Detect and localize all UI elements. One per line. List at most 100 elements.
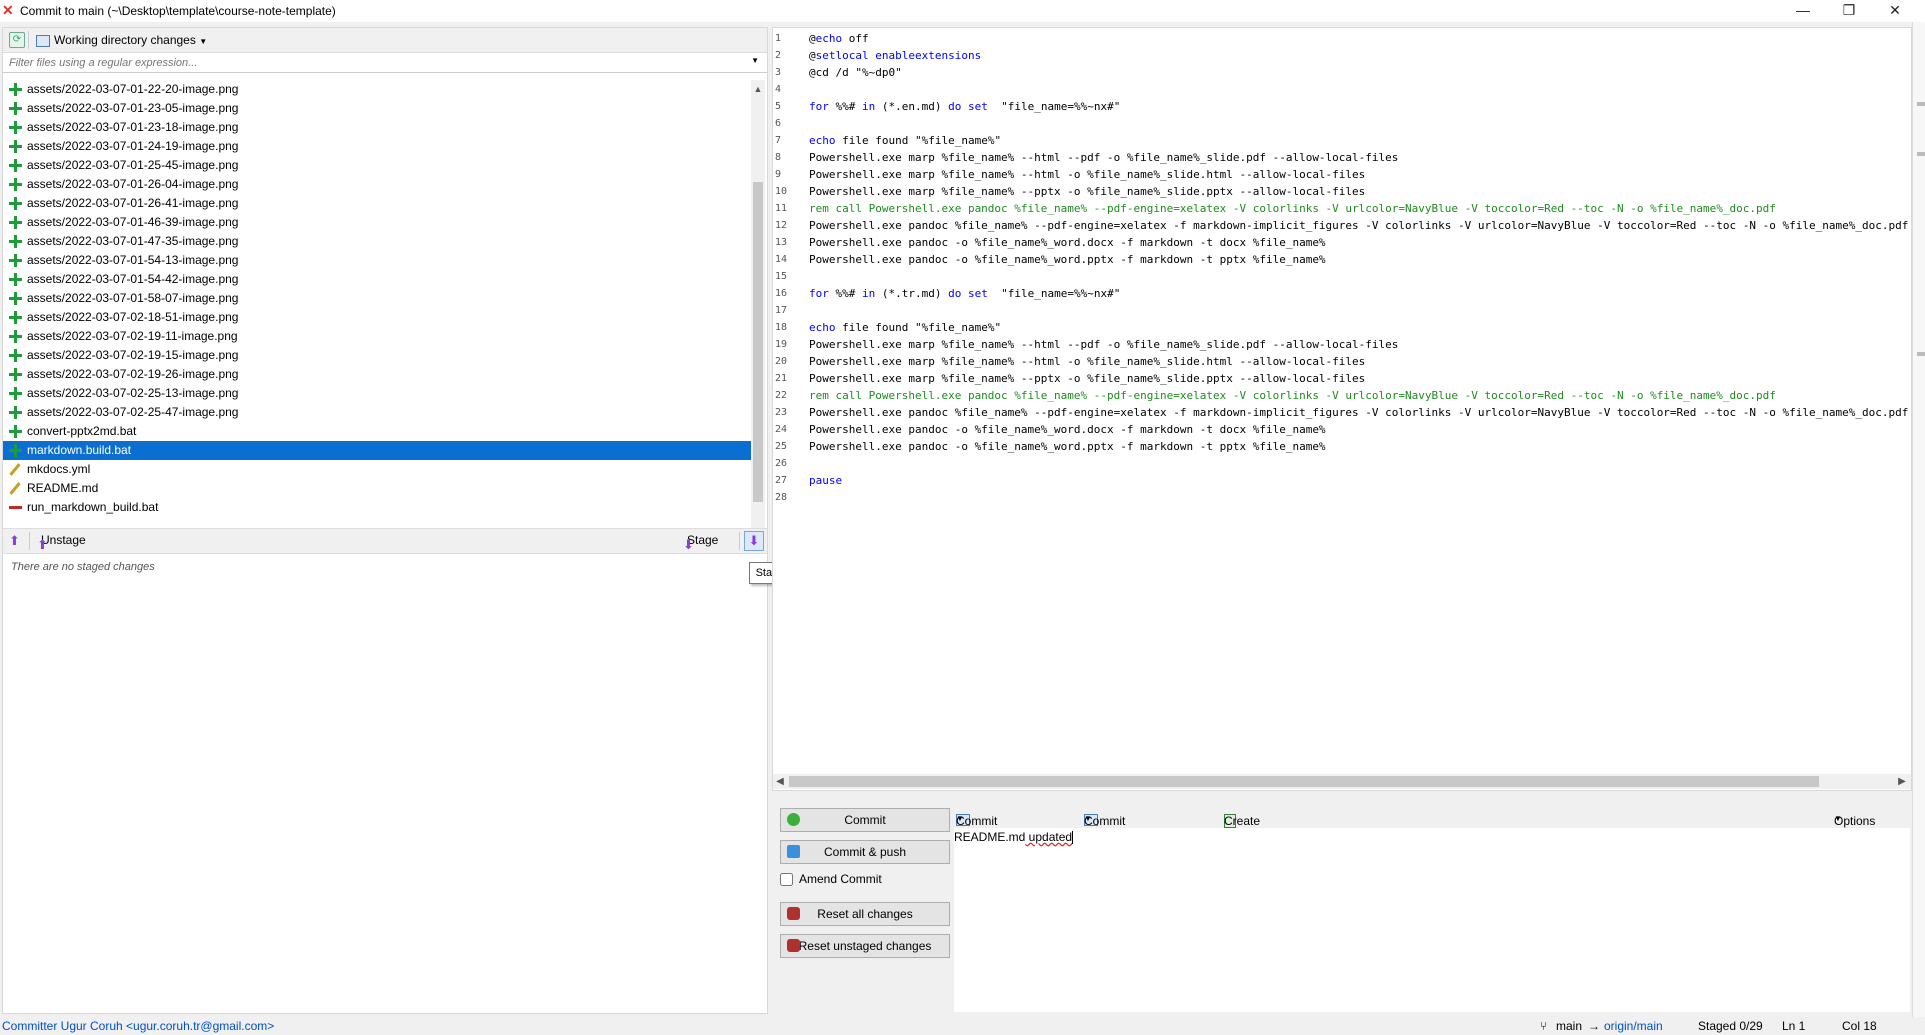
code-line: Powershell.exe marp %file_name% --pptx -… — [809, 370, 1909, 387]
scroll-left-icon[interactable]: ◀ — [773, 774, 787, 789]
code-line: pause — [809, 472, 1909, 489]
dropdown-arrow-icon: ▼ — [199, 37, 208, 46]
line-number: 8 — [775, 152, 782, 163]
unstage-button[interactable]: ⬆ Unstage — [37, 533, 86, 552]
file-list-item[interactable]: assets/2022-03-07-02-19-11-image.png — [3, 327, 751, 346]
added-file-icon — [9, 254, 22, 267]
commit-message-editor[interactable]: README.md updated — [954, 828, 1910, 1012]
commit-message-toolbar: Commit message ▼ Commit templates ▼ Crea… — [954, 800, 1910, 842]
file-list-item[interactable]: assets/2022-03-07-02-18-51-image.png — [3, 308, 751, 327]
file-list-item[interactable]: assets/2022-03-07-01-24-19-image.png — [3, 137, 751, 156]
file-name: assets/2022-03-07-01-46-39-image.png — [27, 215, 239, 229]
file-list-item[interactable]: assets/2022-03-07-01-26-41-image.png — [3, 194, 751, 213]
code-token: pause — [809, 474, 843, 487]
line-indicator: Ln 1 — [1782, 1019, 1806, 1033]
file-list-item[interactable]: assets/2022-03-07-01-23-18-image.png — [3, 118, 751, 137]
line-number: 19 — [775, 339, 788, 350]
added-file-icon — [9, 425, 22, 438]
file-list-item[interactable]: assets/2022-03-07-01-26-04-image.png — [3, 175, 751, 194]
file-list-item[interactable]: markdown.build.bat — [3, 441, 751, 460]
committer-info[interactable]: Committer Ugur Coruh <ugur.coruh.tr@gmai… — [2, 1017, 274, 1035]
file-list-item[interactable]: assets/2022-03-07-02-25-13-image.png — [3, 384, 751, 403]
refresh-icon[interactable]: ⟳ — [9, 32, 25, 48]
line-number: 1 — [775, 33, 782, 44]
line-number: 25 — [775, 441, 788, 452]
code-line: Powershell.exe pandoc -o %file_name%_wor… — [809, 421, 1909, 438]
code-line: Powershell.exe pandoc %file_name% --pdf-… — [809, 404, 1909, 421]
file-list-item[interactable]: assets/2022-03-07-01-54-42-image.png — [3, 270, 751, 289]
code-token: setlocal enableextensions — [815, 49, 982, 62]
editor-horizontal-scrollbar[interactable]: ◀ ▶ — [773, 774, 1911, 789]
code-token: (*.tr.md) — [875, 287, 949, 300]
right-edge-strip — [1912, 22, 1925, 1022]
scroll-right-icon[interactable]: ▶ — [1895, 774, 1909, 789]
message-misspelled-word: updated — [1025, 830, 1073, 844]
file-list-item[interactable]: assets/2022-03-07-02-25-47-image.png — [3, 403, 751, 422]
code-token: Powershell.exe marp %file_name% --pptx -… — [809, 372, 1366, 385]
edge-marker — [1917, 102, 1925, 106]
file-list-scrollbar[interactable]: ▲ ▼ — [751, 80, 765, 545]
line-number: 7 — [775, 135, 782, 146]
file-list-item[interactable]: assets/2022-03-07-02-19-15-image.png — [3, 346, 751, 365]
file-list-item[interactable]: assets/2022-03-07-02-19-26-image.png — [3, 365, 751, 384]
minimize-button[interactable]: — — [1780, 0, 1826, 22]
line-number: 18 — [775, 322, 788, 333]
file-name: assets/2022-03-07-01-54-42-image.png — [27, 272, 239, 286]
file-list-item[interactable]: assets/2022-03-07-01-22-20-image.png — [3, 80, 751, 99]
code-token: Powershell.exe pandoc -o %file_name%_wor… — [809, 423, 1326, 436]
unstage-all-icon[interactable]: ⬆ — [9, 533, 20, 549]
line-number: 3 — [775, 67, 782, 78]
file-list-item[interactable]: assets/2022-03-07-01-23-05-image.png — [3, 99, 751, 118]
file-list-item[interactable]: assets/2022-03-07-01-25-45-image.png — [3, 156, 751, 175]
code-token: Powershell.exe marp %file_name% --html -… — [809, 355, 1366, 368]
code-line: @setlocal enableextensions — [809, 47, 1909, 64]
file-list-item[interactable]: assets/2022-03-07-01-46-39-image.png — [3, 213, 751, 232]
added-file-icon — [9, 140, 22, 153]
file-list-item[interactable]: run_markdown_build.bat — [3, 498, 751, 517]
file-name: assets/2022-03-07-01-26-04-image.png — [27, 177, 239, 191]
code-line: rem call Powershell.exe pandoc %file_nam… — [809, 200, 1909, 217]
scroll-up-icon[interactable]: ▲ — [751, 82, 765, 96]
code-line: @echo off — [809, 30, 1909, 47]
file-name: assets/2022-03-07-01-24-19-image.png — [27, 139, 239, 153]
stage-all-icon[interactable]: ⬇ — [744, 531, 764, 551]
amend-label: Amend Commit — [799, 872, 882, 886]
stage-button[interactable]: ⬇ Stage — [683, 533, 718, 552]
file-name: assets/2022-03-07-01-23-05-image.png — [27, 101, 239, 115]
file-list-item[interactable]: convert-pptx2md.bat — [3, 422, 751, 441]
added-file-icon — [9, 197, 22, 210]
reset-all-button[interactable]: Reset all changes — [780, 902, 950, 926]
line-number: 11 — [775, 203, 788, 214]
amend-commit-checkbox[interactable]: Amend Commit — [780, 872, 882, 887]
scrollbar-thumb[interactable] — [753, 182, 763, 502]
restore-button[interactable]: ❐ — [1826, 0, 1872, 22]
file-list-item[interactable]: README.md — [3, 479, 751, 498]
view-selector[interactable]: Working directory changes ▼ — [36, 33, 207, 47]
code-line: echo file found "%file_name%" — [809, 319, 1909, 336]
remote-branch-link[interactable]: origin/main — [1604, 1017, 1663, 1035]
commit-button[interactable]: Commit — [780, 808, 950, 832]
amend-checkbox-input[interactable] — [780, 873, 793, 887]
reset-unstaged-button[interactable]: Reset unstaged changes — [780, 934, 950, 958]
code-token: Powershell.exe marp %file_name% --html -… — [809, 151, 1399, 164]
file-name: assets/2022-03-07-02-19-11-image.png — [27, 329, 238, 343]
code-line: Powershell.exe marp %file_name% --html -… — [809, 353, 1909, 370]
filter-dropdown-icon[interactable]: ▼ — [751, 56, 759, 65]
file-list-item[interactable]: assets/2022-03-07-01-54-13-image.png — [3, 251, 751, 270]
line-number: 13 — [775, 237, 788, 248]
column-indicator: Col 18 — [1842, 1019, 1877, 1033]
filter-input[interactable] — [3, 53, 751, 72]
added-file-icon — [9, 121, 22, 134]
file-list-item[interactable]: mkdocs.yml — [3, 460, 751, 479]
window-title: Commit to main (~\Desktop\template\cours… — [20, 4, 336, 18]
added-file-icon — [9, 216, 22, 229]
commit-push-button[interactable]: Commit & push — [780, 840, 950, 864]
file-list-item[interactable]: assets/2022-03-07-01-58-07-image.png — [3, 289, 751, 308]
close-button[interactable]: ✕ — [1872, 0, 1918, 22]
file-name: assets/2022-03-07-01-26-41-image.png — [27, 196, 239, 210]
reset-icon — [787, 907, 800, 920]
scrollbar-thumb[interactable] — [789, 776, 1819, 787]
added-file-icon — [9, 159, 22, 172]
file-list-item[interactable]: assets/2022-03-07-01-47-35-image.png — [3, 232, 751, 251]
